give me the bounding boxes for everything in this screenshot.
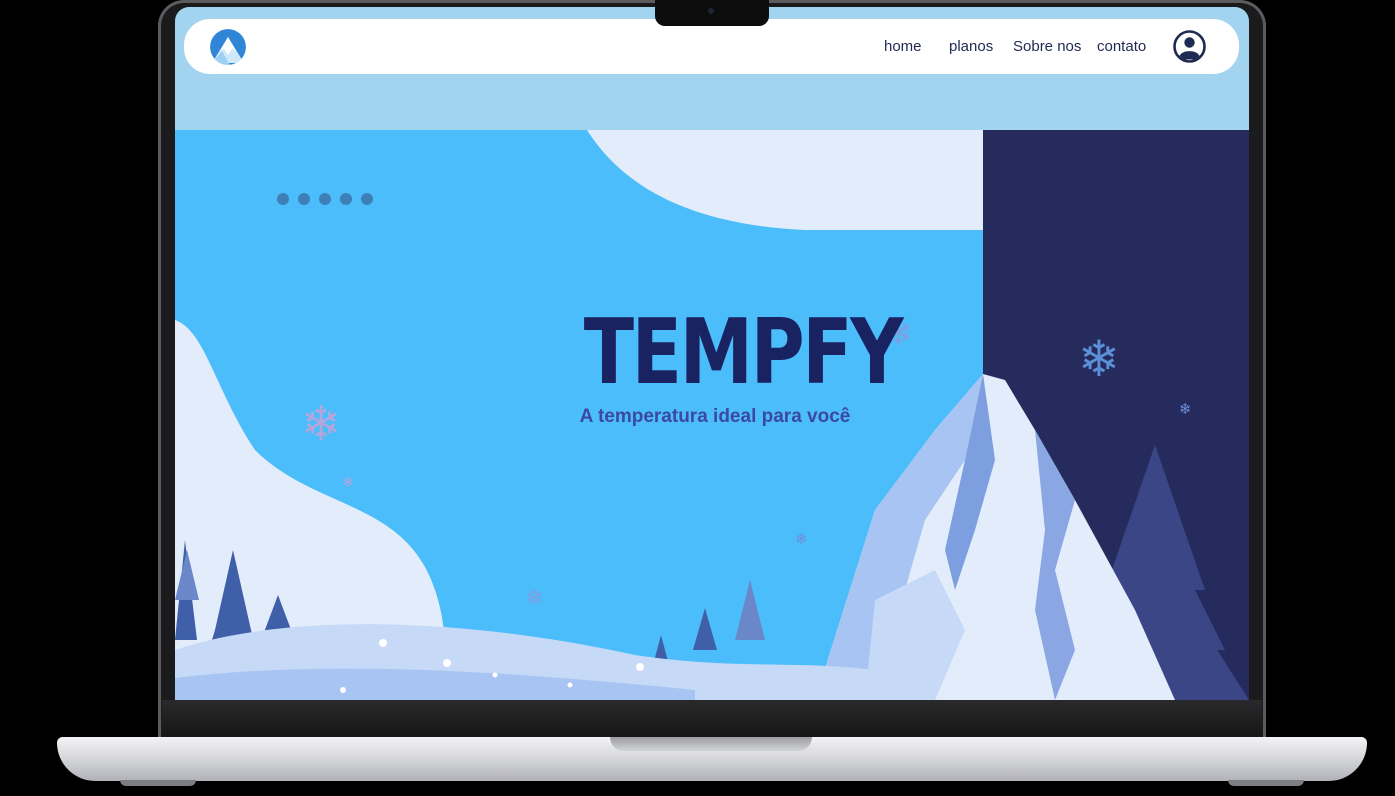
top-navigation-bar: home planos Sobre nos contato: [184, 19, 1239, 74]
hero-section: ❄ ❄ ❄ ❄ ❄ ❄ ❄ TEMPFY A temperatura ideal…: [175, 130, 1249, 700]
user-circle-icon[interactable]: [1173, 30, 1206, 63]
snowflake-icon: ❄: [1179, 400, 1192, 418]
laptop-chin: [162, 700, 1262, 740]
laptop-foot-left: [120, 780, 196, 786]
website-screen: home planos Sobre nos contato ❄ ❄ ❄ ❄ ❄ …: [175, 7, 1249, 700]
hero-tagline: A temperatura ideal para você: [579, 406, 851, 427]
carousel-dot[interactable]: [319, 193, 331, 205]
brand-title: TEMPFY: [583, 300, 904, 405]
carousel-dot[interactable]: [340, 193, 352, 205]
nav-link-sobre-nos[interactable]: Sobre nos: [1013, 38, 1081, 55]
carousel-dot[interactable]: [277, 193, 289, 205]
snowflake-icon: ❄: [301, 396, 342, 452]
nav-link-planos[interactable]: planos: [949, 38, 993, 55]
laptop-opening-groove: [610, 737, 812, 751]
camera-icon: [708, 8, 714, 14]
camera-notch: [655, 0, 769, 26]
carousel-dot[interactable]: [361, 193, 373, 205]
laptop-foot-right: [1228, 780, 1304, 786]
carousel-dot[interactable]: [298, 193, 310, 205]
snowflake-icon: ❄: [1078, 330, 1120, 388]
snowflake-icon: ❄: [342, 475, 354, 491]
nav-link-contato[interactable]: contato: [1097, 38, 1146, 55]
snowflake-icon: ❄: [795, 530, 808, 548]
mountain-logo-icon[interactable]: [210, 29, 246, 65]
snowflake-icon: ❄: [525, 586, 544, 611]
nav-link-home[interactable]: home: [884, 38, 922, 55]
carousel-dots: [277, 190, 382, 209]
